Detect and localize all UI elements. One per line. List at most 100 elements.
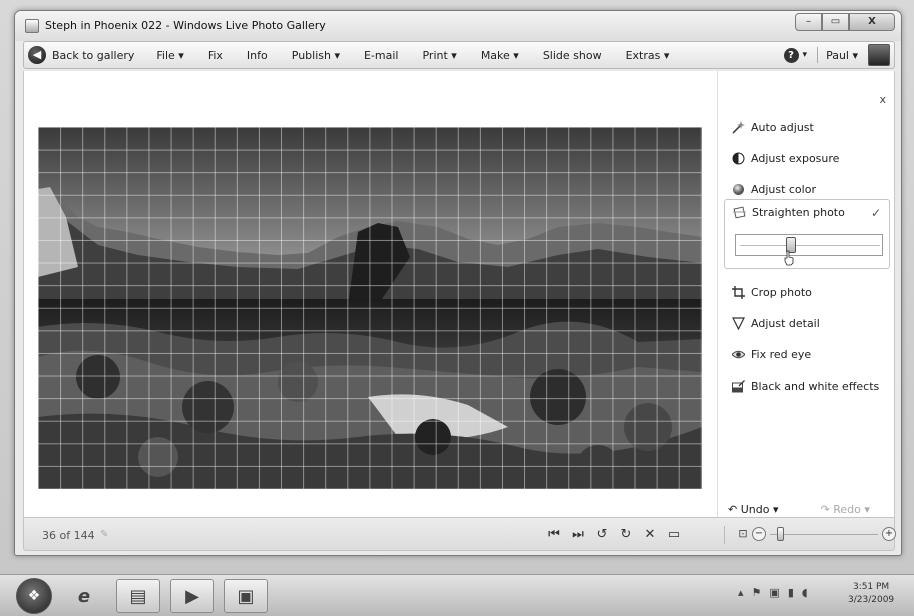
hand-cursor-icon (784, 250, 794, 266)
toolbar-separator (817, 47, 819, 63)
fix-button[interactable]: Fix (196, 49, 235, 62)
crop-icon (732, 285, 745, 299)
adjust-exposure-button[interactable]: Adjust exposure (732, 150, 839, 166)
bw-effects-icon (732, 379, 745, 392)
eye-icon (732, 350, 745, 358)
viewer-controls: ⏮ ⏭ ↺ ↻ ✕ ▭ (542, 525, 686, 545)
window-title: Steph in Phoenix 022 - Windows Live Phot… (45, 19, 326, 32)
actual-size-icon[interactable]: ⊡ (734, 525, 752, 543)
internet-explorer-icon: e (77, 585, 91, 607)
half-circle-icon (732, 152, 745, 164)
extras-menu[interactable]: Extras ▾ (614, 49, 682, 62)
zoom-out-icon[interactable]: − (752, 527, 766, 541)
undo-redo-row: ↶ Undo ▾ ↷ Redo ▾ (728, 503, 870, 516)
triangle-icon (732, 316, 745, 330)
adjust-color-label: Adjust color (751, 182, 816, 196)
auto-adjust-label: Auto adjust (751, 120, 814, 134)
undo-icon: ↶ (728, 503, 738, 516)
taskbar-windows-explorer[interactable]: ▤ (116, 579, 160, 613)
back-to-gallery-label: Back to gallery (52, 48, 135, 62)
slide-show-icon[interactable]: ▭ (664, 525, 684, 545)
color-sphere-icon (733, 183, 744, 195)
close-button[interactable]: X (849, 13, 895, 31)
user-menu[interactable]: Paul ▾ (822, 49, 862, 62)
network-icon[interactable]: ▮ (788, 586, 794, 599)
straighten-slider-track (740, 245, 880, 246)
help-button[interactable]: ? ▾ (778, 47, 814, 63)
rotate-right-icon[interactable]: ↻ (616, 525, 636, 545)
zoom-in-icon[interactable]: + (882, 527, 896, 541)
make-menu[interactable]: Make ▾ (469, 49, 531, 62)
straighten-slider[interactable] (735, 234, 883, 256)
rename-pencil-icon[interactable]: ✎ (100, 529, 108, 540)
fix-red-eye-button[interactable]: Fix red eye (732, 346, 811, 362)
clock-time: 3:51 PM (852, 582, 890, 592)
command-bar: ◀ Back to gallery File ▾ Fix Info Publis… (23, 41, 895, 69)
redo-label: Redo ▾ (833, 503, 870, 516)
clock-date: 3/23/2009 (848, 595, 895, 605)
photo-gallery-window: Steph in Phoenix 022 - Windows Live Phot… (14, 10, 902, 556)
help-icon: ? (783, 47, 799, 63)
auto-adjust-button[interactable]: Auto adjust (732, 119, 814, 135)
taskbar-internet-explorer[interactable]: e (62, 579, 106, 613)
back-to-gallery-button[interactable]: ◀ Back to gallery (24, 42, 144, 68)
redo-icon: ↷ (820, 503, 830, 516)
straighten-checkmark-icon: ✓ (870, 206, 881, 220)
photo-gallery-icon: ▣ (237, 585, 255, 607)
display-icon[interactable]: ▣ (769, 586, 779, 599)
undo-button[interactable]: ↶ Undo ▾ (728, 503, 778, 516)
slide-show-button[interactable]: Slide show (531, 49, 614, 62)
email-button[interactable]: E-mail (352, 49, 411, 62)
minimize-button[interactable]: – (795, 13, 822, 31)
adjust-color-button[interactable]: Adjust color (732, 181, 816, 197)
black-and-white-effects-button[interactable]: Black and white effects (732, 378, 879, 394)
desktop: Steph in Phoenix 022 - Windows Live Phot… (0, 0, 914, 616)
window-controls: – ▭ X (795, 13, 895, 32)
photo-viewer[interactable] (38, 127, 702, 489)
previous-icon[interactable]: ⏮ (544, 525, 564, 545)
undo-label: Undo ▾ (740, 503, 779, 516)
taskbar: ❖ e ▤ ▶ ▣ ▴ ⚑ ▣ ▮ ◖ 3:51 PM 3/23/2009 (0, 574, 914, 616)
crop-photo-label: Crop photo (751, 285, 812, 299)
media-player-icon: ▶ (185, 585, 199, 607)
rotate-left-icon[interactable]: ↺ (592, 525, 612, 545)
straighten-photo-section: Straighten photo ✓ (724, 199, 890, 269)
zoom-slider[interactable] (770, 527, 878, 541)
redo-button[interactable]: ↷ Redo ▾ (820, 503, 869, 516)
system-clock[interactable]: 3:51 PM 3/23/2009 (848, 581, 894, 607)
action-center-flag-icon[interactable]: ⚑ (752, 586, 762, 599)
windows-logo-icon: ❖ (27, 588, 41, 604)
maximize-button[interactable]: ▭ (822, 13, 849, 31)
bw-effects-label: Black and white effects (751, 379, 880, 393)
user-avatar[interactable] (868, 44, 890, 66)
help-dropdown-arrow: ▾ (802, 50, 808, 60)
taskbar-media-player[interactable]: ▶ (170, 579, 214, 613)
close-fix-pane-button[interactable]: x (879, 93, 886, 106)
print-menu[interactable]: Print ▾ (410, 49, 468, 62)
app-icon (25, 19, 39, 33)
title-bar: Steph in Phoenix 022 - Windows Live Phot… (15, 11, 901, 41)
zoom-slider-thumb[interactable] (777, 527, 785, 541)
publish-menu[interactable]: Publish ▾ (280, 49, 352, 62)
show-hidden-icons-icon[interactable]: ▴ (738, 586, 744, 599)
statusbar-separator (724, 526, 725, 544)
taskbar-photo-gallery[interactable]: ▣ (224, 579, 268, 613)
info-button[interactable]: Info (235, 49, 280, 62)
notification-area: ▴ ⚑ ▣ ▮ ◖ (734, 586, 812, 599)
zoom-slider-track (770, 534, 878, 535)
folder-icon: ▤ (129, 585, 147, 607)
file-menu[interactable]: File ▾ (144, 49, 195, 62)
straighten-photo-button[interactable]: Straighten photo (733, 206, 845, 219)
photo-count: 36 of 144 (42, 529, 95, 542)
next-icon[interactable]: ⏭ (568, 525, 588, 545)
magic-wand-icon (732, 120, 745, 134)
volume-icon[interactable]: ◖ (802, 586, 808, 599)
start-button[interactable]: ❖ (16, 578, 52, 614)
back-arrow-icon: ◀ (28, 46, 46, 64)
delete-icon[interactable]: ✕ (640, 525, 660, 545)
zoom-controls: ⊡ − + (734, 525, 896, 543)
crop-photo-button[interactable]: Crop photo (732, 284, 812, 300)
fix-red-eye-label: Fix red eye (751, 347, 812, 361)
straighten-icon (733, 206, 746, 219)
adjust-detail-button[interactable]: Adjust detail (732, 315, 820, 331)
